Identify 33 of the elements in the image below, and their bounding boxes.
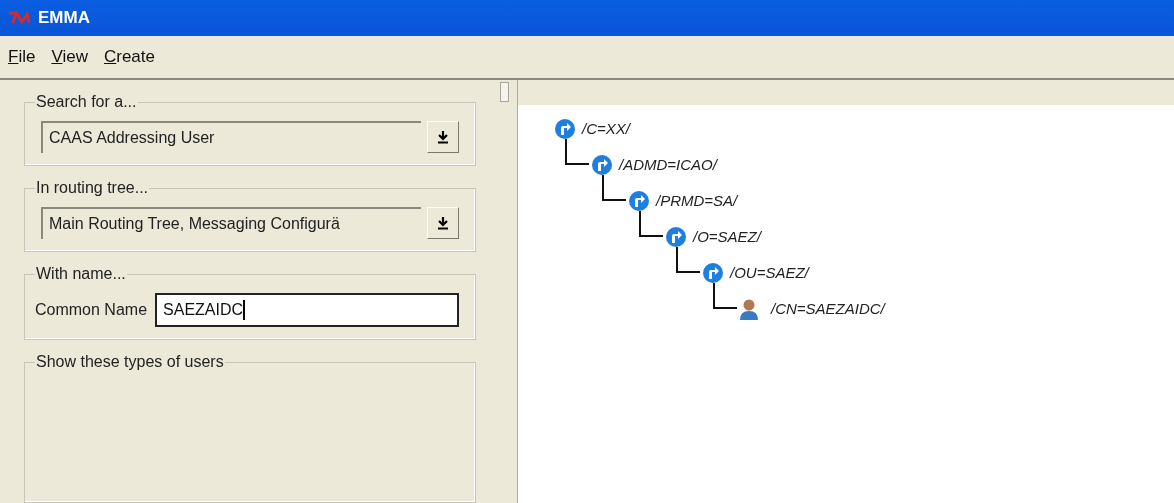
tree-connector-line	[676, 247, 700, 273]
dropdown-arrow-icon	[437, 130, 449, 144]
tree-item[interactable]: /ADMD=ICAO/	[619, 153, 717, 177]
user-icon	[739, 298, 759, 320]
dropdown-button[interactable]	[427, 207, 459, 239]
tree-connector-line	[565, 139, 589, 165]
input-field[interactable]: SAEZAIDC	[155, 293, 459, 327]
menu-item[interactable]: Create	[103, 44, 155, 70]
tree-connector-line	[639, 211, 663, 237]
tree-item[interactable]: /C=XX/	[582, 117, 630, 141]
dropdown-arrow-icon	[437, 216, 449, 230]
tree-connector-line	[602, 175, 626, 201]
tree-item[interactable]: /O=SAEZ/	[693, 225, 761, 249]
tree-item[interactable]: /PRMD=SA/	[656, 189, 738, 213]
route-icon	[628, 190, 650, 212]
menu-item[interactable]: View	[51, 44, 88, 70]
splitter-handle[interactable]	[500, 82, 509, 102]
tree-item[interactable]: /OU=SAEZ/	[730, 261, 809, 285]
field-label: Common Name	[35, 300, 148, 320]
window-title: EMMA	[38, 7, 90, 30]
tree-connector-line	[713, 283, 737, 309]
group-title: In routing tree...	[35, 178, 150, 198]
dropdown-field[interactable]: CAAS Addressing User	[41, 121, 421, 153]
app-logo-icon	[8, 11, 30, 25]
route-icon	[702, 262, 724, 284]
group-title: Show these types of users	[35, 352, 225, 372]
route-icon	[554, 118, 576, 140]
route-icon	[665, 226, 687, 248]
menu-item[interactable]: File	[8, 44, 36, 70]
dropdown-button[interactable]	[427, 121, 459, 153]
route-icon	[591, 154, 613, 176]
dropdown-field[interactable]: Main Routing Tree, Messaging Configurä	[41, 207, 421, 239]
tree-item[interactable]: /CN=SAEZAIDC/	[771, 297, 885, 321]
